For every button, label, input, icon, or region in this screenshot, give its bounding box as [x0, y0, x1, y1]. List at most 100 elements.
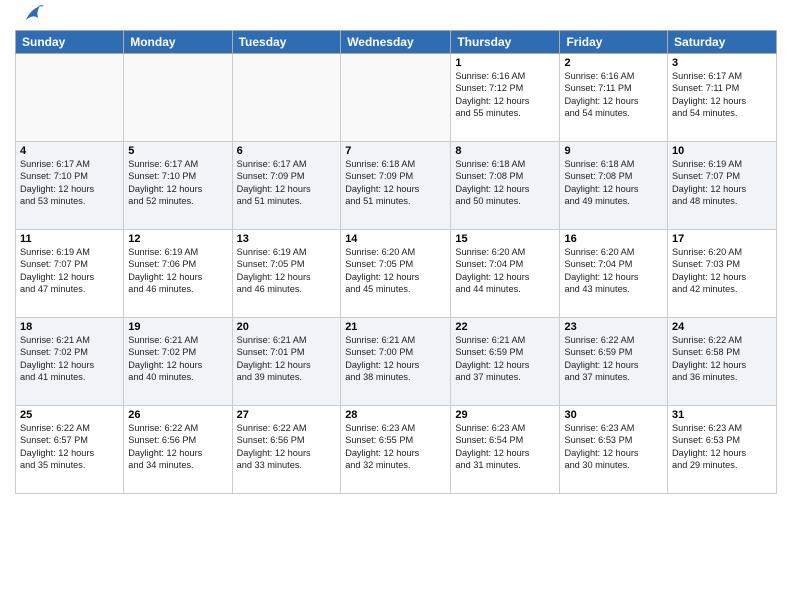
calendar-cell: 31Sunrise: 6:23 AMSunset: 6:53 PMDayligh… [668, 406, 777, 494]
weekday-header-monday: Monday [124, 31, 232, 54]
day-number: 3 [672, 57, 772, 69]
calendar-cell: 21Sunrise: 6:21 AMSunset: 7:00 PMDayligh… [341, 318, 451, 406]
day-number: 15 [455, 233, 555, 245]
calendar-cell [341, 54, 451, 142]
logo [15, 10, 44, 22]
cell-info: Sunrise: 6:18 AMSunset: 7:08 PMDaylight:… [564, 158, 663, 208]
cell-info: Sunrise: 6:17 AMSunset: 7:11 PMDaylight:… [672, 70, 772, 120]
cell-info: Sunrise: 6:16 AMSunset: 7:11 PMDaylight:… [564, 70, 663, 120]
weekday-header-tuesday: Tuesday [232, 31, 341, 54]
cell-info: Sunrise: 6:21 AMSunset: 7:01 PMDaylight:… [237, 334, 337, 384]
weekday-header-row: SundayMondayTuesdayWednesdayThursdayFrid… [16, 31, 777, 54]
cell-info: Sunrise: 6:17 AMSunset: 7:10 PMDaylight:… [20, 158, 119, 208]
cell-info: Sunrise: 6:23 AMSunset: 6:55 PMDaylight:… [345, 422, 446, 472]
calendar-cell: 10Sunrise: 6:19 AMSunset: 7:07 PMDayligh… [668, 142, 777, 230]
weekday-header-sunday: Sunday [16, 31, 124, 54]
cell-info: Sunrise: 6:19 AMSunset: 7:06 PMDaylight:… [128, 246, 227, 296]
day-number: 22 [455, 321, 555, 333]
weekday-header-wednesday: Wednesday [341, 31, 451, 54]
day-number: 23 [564, 321, 663, 333]
calendar-cell: 6Sunrise: 6:17 AMSunset: 7:09 PMDaylight… [232, 142, 341, 230]
day-number: 16 [564, 233, 663, 245]
day-number: 1 [455, 57, 555, 69]
cell-info: Sunrise: 6:19 AMSunset: 7:07 PMDaylight:… [20, 246, 119, 296]
calendar-cell: 29Sunrise: 6:23 AMSunset: 6:54 PMDayligh… [451, 406, 560, 494]
week-row-1: 1Sunrise: 6:16 AMSunset: 7:12 PMDaylight… [16, 54, 777, 142]
day-number: 11 [20, 233, 119, 245]
calendar-cell: 7Sunrise: 6:18 AMSunset: 7:09 PMDaylight… [341, 142, 451, 230]
cell-info: Sunrise: 6:21 AMSunset: 7:02 PMDaylight:… [128, 334, 227, 384]
cell-info: Sunrise: 6:20 AMSunset: 7:04 PMDaylight:… [564, 246, 663, 296]
calendar-cell: 14Sunrise: 6:20 AMSunset: 7:05 PMDayligh… [341, 230, 451, 318]
calendar-cell: 13Sunrise: 6:19 AMSunset: 7:05 PMDayligh… [232, 230, 341, 318]
week-row-2: 4Sunrise: 6:17 AMSunset: 7:10 PMDaylight… [16, 142, 777, 230]
calendar-cell: 23Sunrise: 6:22 AMSunset: 6:59 PMDayligh… [560, 318, 668, 406]
calendar-cell: 9Sunrise: 6:18 AMSunset: 7:08 PMDaylight… [560, 142, 668, 230]
logo-text [15, 10, 44, 22]
calendar-cell: 3Sunrise: 6:17 AMSunset: 7:11 PMDaylight… [668, 54, 777, 142]
day-number: 28 [345, 409, 446, 421]
logo-bird-icon [18, 2, 44, 28]
day-number: 7 [345, 145, 446, 157]
weekday-header-friday: Friday [560, 31, 668, 54]
week-row-5: 25Sunrise: 6:22 AMSunset: 6:57 PMDayligh… [16, 406, 777, 494]
cell-info: Sunrise: 6:17 AMSunset: 7:10 PMDaylight:… [128, 158, 227, 208]
week-row-3: 11Sunrise: 6:19 AMSunset: 7:07 PMDayligh… [16, 230, 777, 318]
calendar-cell: 17Sunrise: 6:20 AMSunset: 7:03 PMDayligh… [668, 230, 777, 318]
day-number: 18 [20, 321, 119, 333]
cell-info: Sunrise: 6:16 AMSunset: 7:12 PMDaylight:… [455, 70, 555, 120]
cell-info: Sunrise: 6:20 AMSunset: 7:05 PMDaylight:… [345, 246, 446, 296]
calendar-cell: 28Sunrise: 6:23 AMSunset: 6:55 PMDayligh… [341, 406, 451, 494]
calendar-cell [124, 54, 232, 142]
day-number: 4 [20, 145, 119, 157]
day-number: 27 [237, 409, 337, 421]
cell-info: Sunrise: 6:22 AMSunset: 6:56 PMDaylight:… [128, 422, 227, 472]
header [15, 10, 777, 22]
day-number: 30 [564, 409, 663, 421]
day-number: 17 [672, 233, 772, 245]
cell-info: Sunrise: 6:18 AMSunset: 7:08 PMDaylight:… [455, 158, 555, 208]
calendar-cell: 1Sunrise: 6:16 AMSunset: 7:12 PMDaylight… [451, 54, 560, 142]
day-number: 8 [455, 145, 555, 157]
calendar-cell: 4Sunrise: 6:17 AMSunset: 7:10 PMDaylight… [16, 142, 124, 230]
calendar-cell: 11Sunrise: 6:19 AMSunset: 7:07 PMDayligh… [16, 230, 124, 318]
page-container: SundayMondayTuesdayWednesdayThursdayFrid… [0, 0, 792, 612]
day-number: 14 [345, 233, 446, 245]
cell-info: Sunrise: 6:19 AMSunset: 7:07 PMDaylight:… [672, 158, 772, 208]
day-number: 29 [455, 409, 555, 421]
cell-info: Sunrise: 6:22 AMSunset: 6:58 PMDaylight:… [672, 334, 772, 384]
day-number: 2 [564, 57, 663, 69]
calendar-table: SundayMondayTuesdayWednesdayThursdayFrid… [15, 30, 777, 494]
calendar-cell: 20Sunrise: 6:21 AMSunset: 7:01 PMDayligh… [232, 318, 341, 406]
cell-info: Sunrise: 6:20 AMSunset: 7:04 PMDaylight:… [455, 246, 555, 296]
day-number: 20 [237, 321, 337, 333]
calendar-body: 1Sunrise: 6:16 AMSunset: 7:12 PMDaylight… [16, 54, 777, 494]
day-number: 5 [128, 145, 227, 157]
weekday-header-saturday: Saturday [668, 31, 777, 54]
calendar-header: SundayMondayTuesdayWednesdayThursdayFrid… [16, 31, 777, 54]
cell-info: Sunrise: 6:19 AMSunset: 7:05 PMDaylight:… [237, 246, 337, 296]
calendar-cell: 18Sunrise: 6:21 AMSunset: 7:02 PMDayligh… [16, 318, 124, 406]
day-number: 10 [672, 145, 772, 157]
cell-info: Sunrise: 6:21 AMSunset: 6:59 PMDaylight:… [455, 334, 555, 384]
calendar-cell: 24Sunrise: 6:22 AMSunset: 6:58 PMDayligh… [668, 318, 777, 406]
calendar-cell: 19Sunrise: 6:21 AMSunset: 7:02 PMDayligh… [124, 318, 232, 406]
cell-info: Sunrise: 6:23 AMSunset: 6:53 PMDaylight:… [564, 422, 663, 472]
calendar-cell [16, 54, 124, 142]
calendar-cell: 30Sunrise: 6:23 AMSunset: 6:53 PMDayligh… [560, 406, 668, 494]
calendar-cell: 15Sunrise: 6:20 AMSunset: 7:04 PMDayligh… [451, 230, 560, 318]
cell-info: Sunrise: 6:21 AMSunset: 7:02 PMDaylight:… [20, 334, 119, 384]
cell-info: Sunrise: 6:22 AMSunset: 6:57 PMDaylight:… [20, 422, 119, 472]
calendar-cell: 12Sunrise: 6:19 AMSunset: 7:06 PMDayligh… [124, 230, 232, 318]
cell-info: Sunrise: 6:21 AMSunset: 7:00 PMDaylight:… [345, 334, 446, 384]
calendar-cell: 16Sunrise: 6:20 AMSunset: 7:04 PMDayligh… [560, 230, 668, 318]
day-number: 19 [128, 321, 227, 333]
calendar-cell [232, 54, 341, 142]
calendar-cell: 22Sunrise: 6:21 AMSunset: 6:59 PMDayligh… [451, 318, 560, 406]
calendar-cell: 27Sunrise: 6:22 AMSunset: 6:56 PMDayligh… [232, 406, 341, 494]
day-number: 25 [20, 409, 119, 421]
weekday-header-thursday: Thursday [451, 31, 560, 54]
cell-info: Sunrise: 6:23 AMSunset: 6:54 PMDaylight:… [455, 422, 555, 472]
cell-info: Sunrise: 6:18 AMSunset: 7:09 PMDaylight:… [345, 158, 446, 208]
cell-info: Sunrise: 6:22 AMSunset: 6:56 PMDaylight:… [237, 422, 337, 472]
